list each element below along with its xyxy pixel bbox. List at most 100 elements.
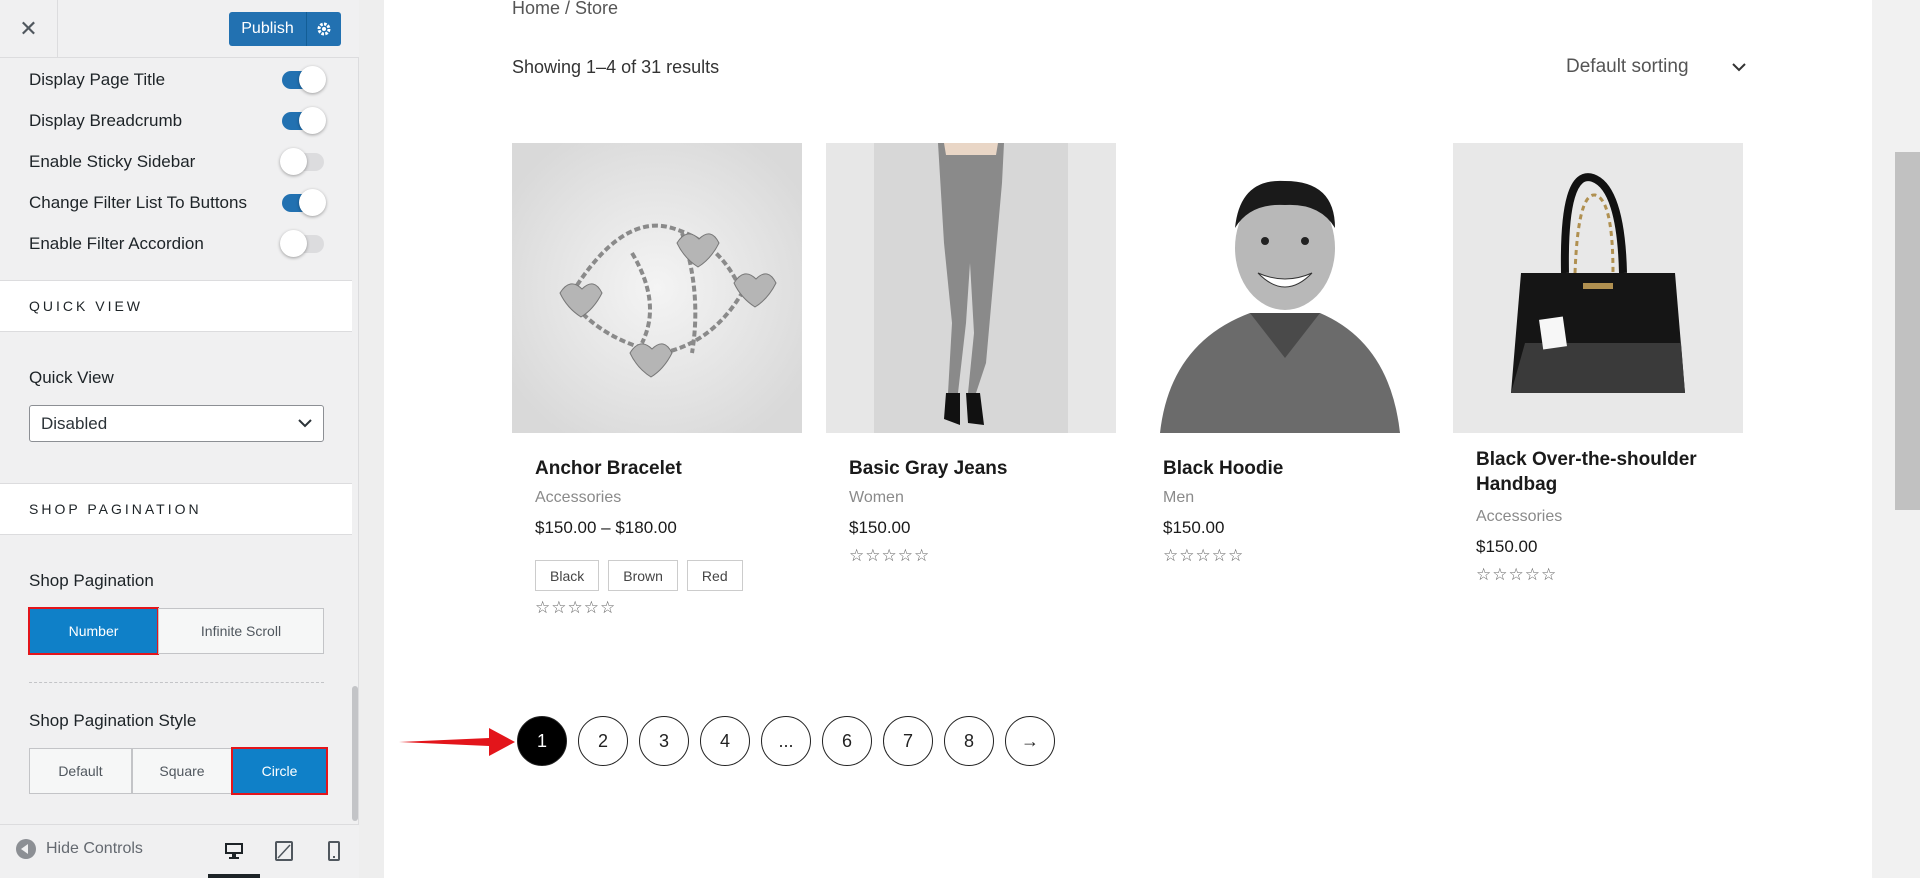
publish-button[interactable]: Publish bbox=[229, 12, 307, 46]
product-image[interactable] bbox=[1140, 143, 1430, 433]
sorting-select[interactable]: Default sorting bbox=[1566, 56, 1746, 78]
next-page-button[interactable]: → bbox=[1005, 716, 1055, 766]
product-category[interactable]: Accessories bbox=[535, 489, 621, 507]
desktop-preview-button[interactable] bbox=[222, 839, 246, 863]
divider bbox=[29, 682, 324, 683]
hide-controls-button[interactable]: Hide Controls bbox=[16, 839, 143, 859]
product-card: Black Hoodie Men $150.00 ☆☆☆☆☆ bbox=[1140, 143, 1430, 565]
style-square-button[interactable]: Square bbox=[132, 748, 232, 794]
product-image[interactable] bbox=[826, 143, 1116, 433]
toggle-row-filter-buttons: Change Filter List To Buttons bbox=[29, 188, 326, 218]
display-page-title-toggle[interactable] bbox=[282, 66, 326, 93]
star-rating: ☆☆☆☆☆ bbox=[1476, 565, 1558, 584]
hoodie-model-image bbox=[1140, 143, 1430, 433]
enable-filter-accordion-toggle[interactable] bbox=[280, 230, 324, 257]
customizer-header: ✕ Publish bbox=[0, 0, 359, 58]
toggle-label: Enable Filter Accordion bbox=[29, 234, 204, 253]
enable-sticky-sidebar-toggle[interactable] bbox=[280, 148, 324, 175]
hide-controls-label: Hide Controls bbox=[46, 840, 143, 857]
bracelet-image bbox=[512, 143, 802, 433]
toggle-row-enable-sticky-sidebar: Enable Sticky Sidebar bbox=[29, 147, 324, 177]
product-title[interactable]: Basic Gray Jeans bbox=[849, 456, 1007, 481]
quick-view-select[interactable]: Disabled bbox=[29, 405, 324, 442]
mobile-icon bbox=[328, 841, 340, 861]
annotation-arrow-icon bbox=[399, 728, 515, 756]
product-category[interactable]: Men bbox=[1163, 489, 1194, 507]
publish-settings-button[interactable] bbox=[307, 12, 341, 46]
collapse-icon bbox=[16, 839, 36, 859]
product-image[interactable] bbox=[512, 143, 802, 433]
result-count: Showing 1–4 of 31 results bbox=[512, 57, 720, 77]
page-6-button[interactable]: 6 bbox=[822, 716, 872, 766]
star-rating: ☆☆☆☆☆ bbox=[849, 546, 931, 565]
product-card: Anchor Bracelet Accessories $150.00 – $1… bbox=[512, 143, 802, 617]
handbag-image bbox=[1453, 143, 1743, 433]
product-title[interactable]: Black Hoodie bbox=[1163, 456, 1283, 481]
chevron-down-icon bbox=[1732, 62, 1746, 71]
customizer-footer: Hide Controls bbox=[0, 824, 359, 878]
customizer-sidebar: ✕ Publish Display Page Title Display Bre… bbox=[0, 0, 359, 878]
shop-pagination-style-label: Shop Pagination Style bbox=[29, 711, 197, 730]
mobile-preview-button[interactable] bbox=[322, 839, 346, 863]
toggle-row-display-breadcrumb: Display Breadcrumb bbox=[29, 106, 326, 136]
star-rating: ☆☆☆☆☆ bbox=[535, 598, 617, 617]
shop-pagination-style-buttons: Default Square Circle bbox=[29, 747, 328, 795]
toggle-label: Display Page Title bbox=[29, 70, 166, 89]
swatch-red[interactable]: Red bbox=[686, 560, 743, 591]
active-device-indicator bbox=[208, 874, 260, 878]
product-title[interactable]: Anchor Bracelet bbox=[535, 456, 682, 481]
pagination-infinite-scroll-button[interactable]: Infinite Scroll bbox=[158, 608, 324, 654]
product-image[interactable] bbox=[1453, 143, 1743, 433]
sorting-label: Default sorting bbox=[1566, 56, 1689, 77]
page-4-button[interactable]: 4 bbox=[700, 716, 750, 766]
shop-pagination-label: Shop Pagination bbox=[29, 571, 154, 590]
quick-view-selected: Disabled bbox=[41, 413, 108, 433]
display-breadcrumb-toggle[interactable] bbox=[282, 107, 326, 134]
section-quick-view: QUICK VIEW bbox=[0, 280, 352, 332]
page-8-button[interactable]: 8 bbox=[944, 716, 994, 766]
close-icon: ✕ bbox=[19, 16, 38, 41]
tablet-preview-button[interactable] bbox=[272, 839, 296, 863]
page-2-button[interactable]: 2 bbox=[578, 716, 628, 766]
color-swatches: Black Brown Red bbox=[535, 560, 743, 591]
page-ellipsis: ... bbox=[761, 716, 811, 766]
page-3-button[interactable]: 3 bbox=[639, 716, 689, 766]
pagination-number-button[interactable]: Number bbox=[28, 607, 159, 655]
product-card: Basic Gray Jeans Women $150.00 ☆☆☆☆☆ bbox=[826, 143, 1116, 565]
style-default-button[interactable]: Default bbox=[29, 748, 132, 794]
shop-pagination-buttons: Number Infinite Scroll bbox=[28, 607, 324, 655]
page-7-button[interactable]: 7 bbox=[883, 716, 933, 766]
product-price: $150.00 bbox=[849, 518, 911, 537]
star-rating: ☆☆☆☆☆ bbox=[1163, 546, 1245, 565]
product-price: $150.00 bbox=[1163, 518, 1225, 537]
toggle-row-filter-accordion: Enable Filter Accordion bbox=[29, 229, 324, 259]
change-filter-list-to-buttons-toggle[interactable] bbox=[282, 189, 326, 216]
site-preview: Home / Store Showing 1–4 of 31 results D… bbox=[384, 0, 1872, 878]
desktop-icon bbox=[225, 843, 243, 859]
section-shop-pagination: SHOP PAGINATION bbox=[0, 483, 352, 535]
toggle-label: Change Filter List To Buttons bbox=[29, 193, 247, 212]
gear-icon bbox=[317, 22, 331, 36]
toggle-row-display-page-title: Display Page Title bbox=[29, 65, 326, 95]
page-1-button[interactable]: 1 bbox=[517, 716, 567, 766]
product-price: $150.00 – $180.00 bbox=[535, 518, 677, 537]
swatch-black[interactable]: Black bbox=[535, 560, 600, 591]
quick-view-label: Quick View bbox=[29, 368, 114, 387]
style-circle-button[interactable]: Circle bbox=[231, 747, 328, 795]
product-category[interactable]: Accessories bbox=[1476, 508, 1562, 526]
swatch-brown[interactable]: Brown bbox=[608, 560, 678, 591]
toggle-label: Display Breadcrumb bbox=[29, 111, 183, 130]
product-category[interactable]: Women bbox=[849, 489, 904, 507]
product-title[interactable]: Black Over-the-shoulder Handbag bbox=[1476, 447, 1736, 497]
toggle-label: Enable Sticky Sidebar bbox=[29, 152, 196, 171]
close-customizer-button[interactable]: ✕ bbox=[0, 0, 58, 58]
breadcrumb[interactable]: Home / Store bbox=[512, 0, 618, 19]
publish-button-group: Publish bbox=[229, 12, 341, 46]
tablet-icon bbox=[275, 841, 293, 861]
preview-scrollbar-thumb[interactable] bbox=[1895, 152, 1920, 510]
customizer-panel: Display Page Title Display Breadcrumb En… bbox=[0, 58, 352, 824]
sidebar-scrollbar[interactable] bbox=[352, 686, 358, 821]
product-card: Black Over-the-shoulder Handbag Accessor… bbox=[1453, 143, 1743, 584]
chevron-down-icon bbox=[298, 419, 312, 428]
pagination: 1 2 3 4 ... 6 7 8 → bbox=[517, 716, 1055, 766]
